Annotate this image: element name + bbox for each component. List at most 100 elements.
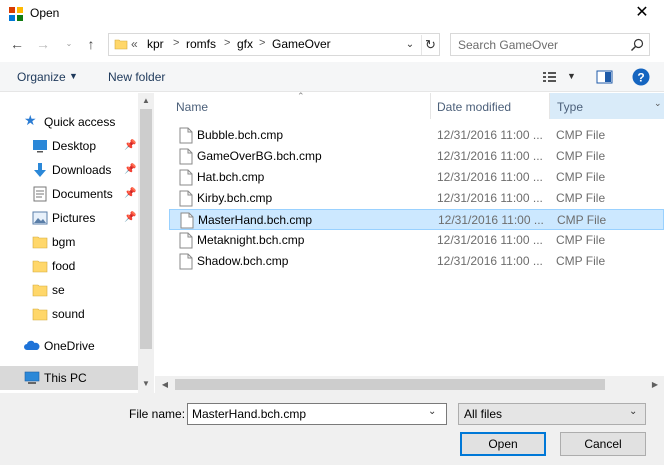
scroll-up-arrow-icon[interactable]: ▲ [138, 96, 154, 105]
documents-icon [33, 186, 47, 202]
search-icon[interactable] [629, 37, 645, 53]
nav-item-sound[interactable]: sound [0, 302, 138, 326]
file-type-select[interactable]: All files ⌄ [458, 403, 646, 425]
breadcrumb-separator[interactable]: > [259, 37, 265, 49]
scroll-down-arrow-icon[interactable]: ▼ [138, 379, 154, 388]
nav-label: OneDrive [44, 339, 95, 353]
close-icon[interactable]: ✕ [630, 2, 654, 24]
nav-item-desktop[interactable]: Desktop 📌 [0, 134, 138, 158]
window-title: Open [30, 6, 60, 20]
view-dropdown-icon[interactable]: ▼ [567, 71, 576, 81]
type-cell: CMP File [556, 128, 606, 142]
scroll-left-arrow-icon[interactable]: ◀ [157, 380, 173, 389]
folder-icon [32, 236, 48, 249]
column-header-type[interactable]: Type [557, 100, 583, 126]
table-row[interactable]: Bubble.bch.cmp 12/31/2016 11:00 ... CMP Fi… [169, 125, 664, 146]
pin-icon: 📌 [124, 212, 137, 223]
nav-item-bgm[interactable]: bgm [0, 230, 138, 254]
breadcrumb-kpr[interactable]: kpr [147, 37, 164, 51]
nav-item-food[interactable]: food [0, 254, 138, 278]
back-arrow-icon[interactable]: ← [8, 34, 26, 54]
file-type-dropdown-icon[interactable]: ⌄ [629, 406, 637, 417]
column-header-name[interactable]: Name [176, 100, 208, 126]
organize-button[interactable]: Organize [17, 70, 66, 84]
preview-pane-icon[interactable] [596, 70, 613, 84]
file-icon [180, 212, 194, 229]
pin-icon: 📌 [124, 140, 137, 151]
type-cell: CMP File [556, 191, 606, 205]
refresh-icon[interactable]: ↻ [421, 35, 439, 55]
file-name-cell: Kirby.bch.cmp [197, 191, 273, 205]
breadcrumb-overflow[interactable]: « [131, 37, 138, 51]
file-name-dropdown-icon[interactable]: ⌄ [428, 406, 436, 417]
nav-scroll-thumb[interactable] [140, 109, 152, 349]
folder-icon [32, 308, 48, 321]
up-arrow-icon[interactable]: ↑ [82, 34, 100, 54]
breadcrumb-gfx[interactable]: gfx [237, 37, 253, 51]
star-icon: ★ [24, 112, 37, 128]
address-dropdown-icon[interactable]: ⌄ [402, 36, 418, 54]
file-icon [179, 253, 193, 270]
forward-arrow-icon[interactable]: → [34, 34, 52, 54]
view-options-icon[interactable] [542, 70, 558, 84]
nav-item-this-pc[interactable]: This PC [0, 366, 138, 390]
search-input[interactable]: Search GameOver [458, 38, 558, 52]
file-icon [179, 232, 193, 249]
open-button[interactable]: Open [460, 432, 546, 456]
file-icon [179, 148, 193, 165]
file-name-cell: Bubble.bch.cmp [197, 128, 284, 142]
table-row[interactable]: Kirby.bch.cmp 12/31/2016 11:00 ... CMP Fil… [169, 188, 664, 209]
table-row[interactable]: Shadow.bch.cmp 12/31/2016 11:00 ... CMP Fi… [169, 251, 664, 272]
file-type-value[interactable]: All files [464, 407, 502, 421]
column-filter-chevron-icon[interactable]: ⌄ [654, 98, 662, 109]
nav-item-pictures[interactable]: Pictures 📌 [0, 206, 138, 230]
search-box[interactable]: Search GameOver [450, 33, 650, 56]
date-modified-cell: 12/31/2016 11:00 ... [437, 170, 543, 184]
file-icon [179, 127, 193, 144]
breadcrumb-separator[interactable]: > [173, 37, 179, 49]
scroll-right-arrow-icon[interactable]: ▶ [647, 380, 663, 389]
breadcrumb-gameover[interactable]: GameOver [272, 37, 331, 51]
new-folder-button[interactable]: New folder [108, 70, 165, 84]
nav-item-documents[interactable]: Documents 📌 [0, 182, 138, 206]
help-icon[interactable]: ? [632, 68, 650, 86]
file-icon [179, 190, 193, 207]
date-modified-cell: 12/31/2016 11:00 ... [437, 254, 543, 268]
column-divider[interactable] [430, 93, 431, 119]
type-cell: CMP File [556, 170, 606, 184]
organize-caret-icon[interactable]: ▼ [69, 71, 78, 81]
horizontal-scrollbar[interactable]: ◀ ▶ [155, 376, 664, 393]
nav-label: This PC [44, 371, 87, 385]
horizontal-scroll-thumb[interactable] [175, 379, 605, 390]
file-name-input[interactable]: MasterHand.bch.cmp [192, 407, 306, 421]
table-row[interactable]: GameOverBG.bch.cmp 12/31/2016 11:00 ... CM… [169, 146, 664, 167]
svg-text:?: ? [637, 71, 644, 85]
file-name-combobox[interactable]: MasterHand.bch.cmp ⌄ [187, 403, 447, 425]
breadcrumb-separator[interactable]: > [224, 37, 230, 49]
nav-item-onedrive[interactable]: OneDrive [0, 334, 138, 358]
nav-label: Quick access [44, 115, 116, 129]
table-row[interactable]: MasterHand.bch.cmp 12/31/2016 11:00 ... CM… [169, 209, 664, 230]
column-header-date-modified[interactable]: Date modified [437, 100, 511, 126]
breadcrumb-romfs[interactable]: romfs [186, 37, 216, 51]
navigation-pane: ★ Quick access Desktop 📌 Downloads 📌 Doc… [0, 93, 154, 393]
nav-label: Documents [52, 187, 113, 201]
table-row[interactable]: Hat.bch.cmp 12/31/2016 11:00 ... CMP File [169, 167, 664, 188]
desktop-icon [33, 140, 47, 153]
address-bar[interactable]: « kpr > romfs > gfx > GameOver ⌄ ↻ [108, 33, 440, 56]
column-header-type-cell[interactable]: Type ⌄ [550, 93, 664, 119]
table-row[interactable]: Metaknight.bch.cmp 12/31/2016 11:00 ... CM… [169, 230, 664, 251]
download-icon [34, 163, 46, 177]
nav-item-se[interactable]: se [0, 278, 138, 302]
nav-item-downloads[interactable]: Downloads 📌 [0, 158, 138, 182]
this-pc-icon [24, 371, 40, 384]
cancel-button[interactable]: Cancel [560, 432, 646, 456]
nav-label: food [52, 259, 76, 273]
nav-label: se [52, 283, 65, 297]
date-modified-cell: 12/31/2016 11:00 ... [437, 149, 543, 163]
pictures-icon [32, 211, 48, 225]
nav-item-quick-access[interactable]: ★ Quick access [0, 110, 138, 134]
recent-locations-chevron-icon[interactable]: ⌄ [60, 34, 78, 54]
nav-scrollbar[interactable]: ▲ ▼ [138, 93, 154, 393]
date-modified-cell: 12/31/2016 11:00 ... [437, 128, 543, 142]
